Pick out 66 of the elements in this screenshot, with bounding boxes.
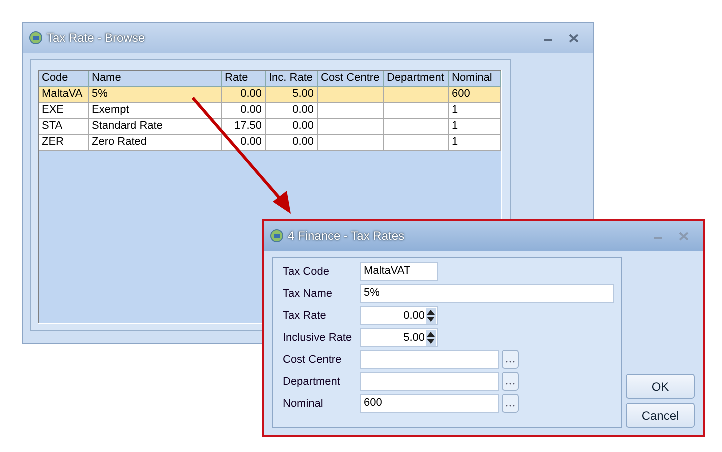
lookup-button[interactable] [502,350,519,369]
table-cell [384,135,449,151]
column-header[interactable]: Code [39,71,89,87]
input-field[interactable]: MaltaVAT [360,262,438,281]
table-cell: ZER [39,135,89,151]
table-cell: 5.00 [266,87,318,103]
column-header[interactable]: Cost Centre [318,71,384,87]
field-label: Cost Centre [283,354,343,366]
dialog-button[interactable]: Cancel [626,403,695,428]
table-cell: 0.00 [266,119,318,135]
table-cell [318,87,384,103]
table-cell [318,135,384,151]
table-cell: 0.00 [222,135,266,151]
grid-row[interactable]: EXE Exempt 0.00 0.00 1 [39,103,501,119]
dialog-button[interactable]: OK [626,374,695,399]
table-cell: EXE [39,103,89,119]
input-field[interactable]: 600 [360,394,499,413]
field-label: Department [283,376,342,388]
table-cell [318,119,384,135]
column-header[interactable]: Inc. Rate [266,71,318,87]
spin-field[interactable]: 5.00 [360,328,438,347]
table-cell: MaltaVA [39,87,89,103]
column-header[interactable]: Rate [222,71,266,87]
column-header[interactable]: Nominal [449,71,501,87]
field-label: Inclusive Rate [283,332,354,344]
window-title: Tax Rate - Browse [47,31,146,45]
table-cell: 17.50 [222,119,266,135]
spinner-icon[interactable] [426,330,436,346]
app-icon [270,229,284,243]
table-cell: Standard Rate [89,119,222,135]
input-field[interactable]: 5% [360,284,614,303]
close-icon[interactable] [679,232,689,240]
table-cell [384,87,449,103]
table-cell: 5% [89,87,222,103]
spinner-icon[interactable] [426,308,436,324]
table-cell: 1 [449,103,501,119]
table-cell: 0.00 [222,87,266,103]
table-cell: Zero Rated [89,135,222,151]
table-cell: STA [39,119,89,135]
close-icon[interactable] [569,34,579,42]
window-title: 4 Finance - Tax Rates [288,229,405,243]
lookup-button[interactable] [502,394,519,413]
table-cell: 1 [449,119,501,135]
table-cell [384,103,449,119]
lookup-button[interactable] [502,372,519,391]
field-label: Nominal [283,398,324,410]
input-field[interactable] [360,372,499,391]
table-cell: 600 [449,87,501,103]
column-header[interactable]: Name [89,71,222,87]
column-header[interactable]: Department [384,71,449,87]
table-cell [384,119,449,135]
input-field[interactable] [360,350,499,369]
spin-field[interactable]: 0.00 [360,306,438,325]
field-label: Tax Name [283,288,334,300]
grid-row[interactable]: ZER Zero Rated 0.00 0.00 1 [39,135,501,151]
table-cell: 0.00 [266,135,318,151]
grid-row[interactable]: MaltaVA 5% 0.00 5.00 600 [39,87,501,103]
table-cell: Exempt [89,103,222,119]
table-cell: 0.00 [222,103,266,119]
table-cell: 1 [449,135,501,151]
app-icon [29,31,43,45]
field-label: Tax Code [283,266,330,278]
field-label: Tax Rate [283,310,328,322]
grid-row[interactable]: STA Standard Rate 17.50 0.00 1 [39,119,501,135]
table-cell [318,103,384,119]
table-cell: 0.00 [266,103,318,119]
